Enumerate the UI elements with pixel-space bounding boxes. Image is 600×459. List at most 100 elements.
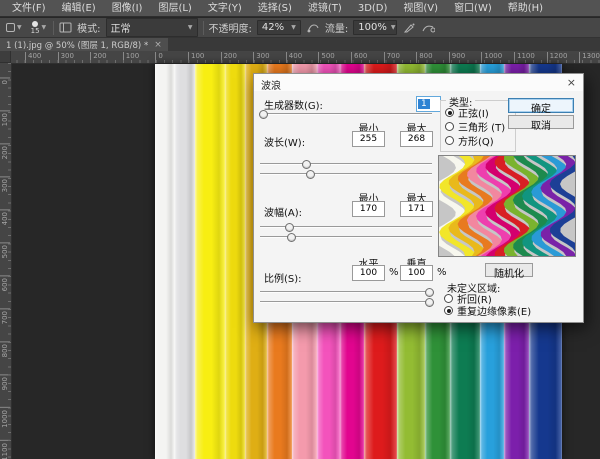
amplitude-max-input[interactable]: 171 xyxy=(400,201,433,217)
slider-track xyxy=(260,163,432,165)
vertical-ruler[interactable]: 010020030040050060070080090010001100 xyxy=(0,63,12,459)
menu-item[interactable]: 3D(D) xyxy=(350,0,396,17)
chevron-down-icon: ▼ xyxy=(42,25,47,31)
airbrush-icon[interactable] xyxy=(402,22,416,34)
generators-slider[interactable] xyxy=(260,110,432,119)
chevron-down-icon: ▼ xyxy=(17,25,22,31)
options-bar: ▼ 15 ▼ 模式: 正常 ▼ 不透明度: 42% ▼ 流量: 100% xyxy=(0,18,600,38)
amplitude-min-input[interactable]: 170 xyxy=(352,201,385,217)
menu-item[interactable]: 文件(F) xyxy=(4,0,54,17)
amplitude-max-slider[interactable] xyxy=(260,233,432,242)
wavelength-max-input[interactable]: 268 xyxy=(400,131,433,147)
ruler-number: 300 xyxy=(58,52,74,63)
ruler-number: 400 xyxy=(286,52,302,63)
tool-preset-picker[interactable]: ▼ xyxy=(4,23,24,32)
radio-label: 重复边缘像素(E) xyxy=(457,303,531,318)
menu-item[interactable]: 图像(I) xyxy=(104,0,151,17)
color-stripe xyxy=(155,64,175,459)
wavelength-max-slider[interactable] xyxy=(260,170,432,179)
amplitude-min-slider[interactable] xyxy=(260,223,432,232)
flow-label: 流量: xyxy=(325,20,348,35)
menu-item[interactable]: 视图(V) xyxy=(395,0,446,17)
color-stripe xyxy=(195,64,225,459)
mode-label: 模式: xyxy=(77,20,100,35)
dialog-close-icon[interactable]: × xyxy=(567,76,576,89)
cancel-button[interactable]: 取消 xyxy=(508,115,574,129)
radio-triangle[interactable]: 三角形 (T) xyxy=(445,119,505,134)
ruler-number: 800 xyxy=(0,341,10,357)
wavelength-min-input[interactable]: 255 xyxy=(352,131,385,147)
randomize-button[interactable]: 随机化 xyxy=(485,263,533,277)
ruler-number: 600 xyxy=(351,52,367,63)
slider-track xyxy=(260,291,432,293)
percent-sign: % xyxy=(437,267,447,278)
brush-size-value: 15 xyxy=(31,28,40,35)
opacity-select[interactable]: 42% ▼ xyxy=(257,20,301,35)
ruler-number: 200 xyxy=(90,52,106,63)
ruler-number: 400 xyxy=(25,52,41,63)
toolbar-divider xyxy=(203,21,204,35)
toggle-brush-panel-icon[interactable] xyxy=(59,22,72,33)
slider-thumb[interactable] xyxy=(425,288,434,297)
ruler-number: 1100 xyxy=(514,52,535,63)
wavelength-label: 波长(W): xyxy=(264,134,305,149)
menu-item[interactable]: 编辑(E) xyxy=(54,0,104,17)
ruler-number: 700 xyxy=(0,308,10,324)
menu-item[interactable]: 图层(L) xyxy=(150,0,199,17)
blend-mode-select[interactable]: 正常 ▼ xyxy=(106,18,198,37)
slider-thumb[interactable] xyxy=(259,110,268,119)
horizontal-ruler[interactable]: 4003002001000100200300400500600700800900… xyxy=(0,51,600,64)
ruler-number: 700 xyxy=(384,52,400,63)
generators-value: 1 xyxy=(418,99,430,109)
tab-bar: 1 (1).jpg @ 50% (图层 1, RGB/8) * × xyxy=(0,38,600,52)
wavelength-min-slider[interactable] xyxy=(260,160,432,169)
menu-item[interactable]: 文字(Y) xyxy=(200,0,250,17)
ruler-number: 200 xyxy=(0,143,10,159)
flow-select[interactable]: 100% ▼ xyxy=(353,20,397,35)
slider-thumb[interactable] xyxy=(302,160,311,169)
menu-item[interactable]: 窗口(W) xyxy=(446,0,500,17)
menu-item[interactable]: 选择(S) xyxy=(250,0,300,17)
color-stripe xyxy=(225,64,245,459)
ruler-number: 400 xyxy=(0,209,10,225)
ok-button[interactable]: 确定 xyxy=(508,98,574,113)
radio-icon xyxy=(444,306,453,315)
ruler-number: 500 xyxy=(318,52,334,63)
blend-mode-value: 正常 xyxy=(111,20,131,35)
scale-label: 比例(S): xyxy=(264,270,302,285)
scale-horizontal-slider[interactable] xyxy=(260,288,432,297)
chevron-down-icon: ▼ xyxy=(291,25,296,31)
radio-repeat-edge-pixels[interactable]: 重复边缘像素(E) xyxy=(444,303,531,318)
radio-label: 正弦(I) xyxy=(458,105,489,120)
scale-vertical-input[interactable]: 100 xyxy=(400,265,433,281)
slider-thumb[interactable] xyxy=(425,298,434,307)
dialog-title-bar[interactable]: 波浪 × xyxy=(254,74,583,91)
ruler-corner xyxy=(0,51,11,63)
ruler-number: 1100 xyxy=(0,440,10,459)
scale-horizontal-input[interactable]: 100 xyxy=(352,265,385,281)
menu-item[interactable]: 帮助(H) xyxy=(500,0,551,17)
slider-thumb[interactable] xyxy=(285,223,294,232)
pressure-opacity-icon[interactable] xyxy=(306,22,320,34)
ruler-number: 100 xyxy=(0,110,10,126)
ruler-number: 200 xyxy=(221,52,237,63)
ruler-number: 800 xyxy=(416,52,432,63)
slider-thumb[interactable] xyxy=(287,233,296,242)
chevron-down-icon: ▼ xyxy=(188,25,193,31)
brush-preset-picker[interactable]: 15 ▼ xyxy=(29,21,49,35)
ruler-number: 900 xyxy=(0,374,10,390)
brush-tip-icon xyxy=(32,21,38,27)
menu-item[interactable]: 滤镜(T) xyxy=(300,0,350,17)
radio-icon xyxy=(445,136,454,145)
photoshop-window: 文件(F)编辑(E)图像(I)图层(L)文字(Y)选择(S)滤镜(T)3D(D)… xyxy=(0,0,600,459)
scale-vertical-slider[interactable] xyxy=(260,298,432,307)
document-tab[interactable]: 1 (1).jpg @ 50% (图层 1, RGB/8) * × xyxy=(0,38,168,51)
radio-square[interactable]: 方形(Q) xyxy=(445,133,494,148)
ruler-number: 100 xyxy=(188,52,204,63)
opacity-value: 42% xyxy=(262,22,284,33)
ruler-number: 100 xyxy=(123,52,139,63)
slider-thumb[interactable] xyxy=(306,170,315,179)
pressure-size-icon[interactable] xyxy=(421,22,435,34)
radio-sine[interactable]: 正弦(I) xyxy=(445,105,489,120)
tab-close-icon[interactable]: × xyxy=(154,40,162,50)
